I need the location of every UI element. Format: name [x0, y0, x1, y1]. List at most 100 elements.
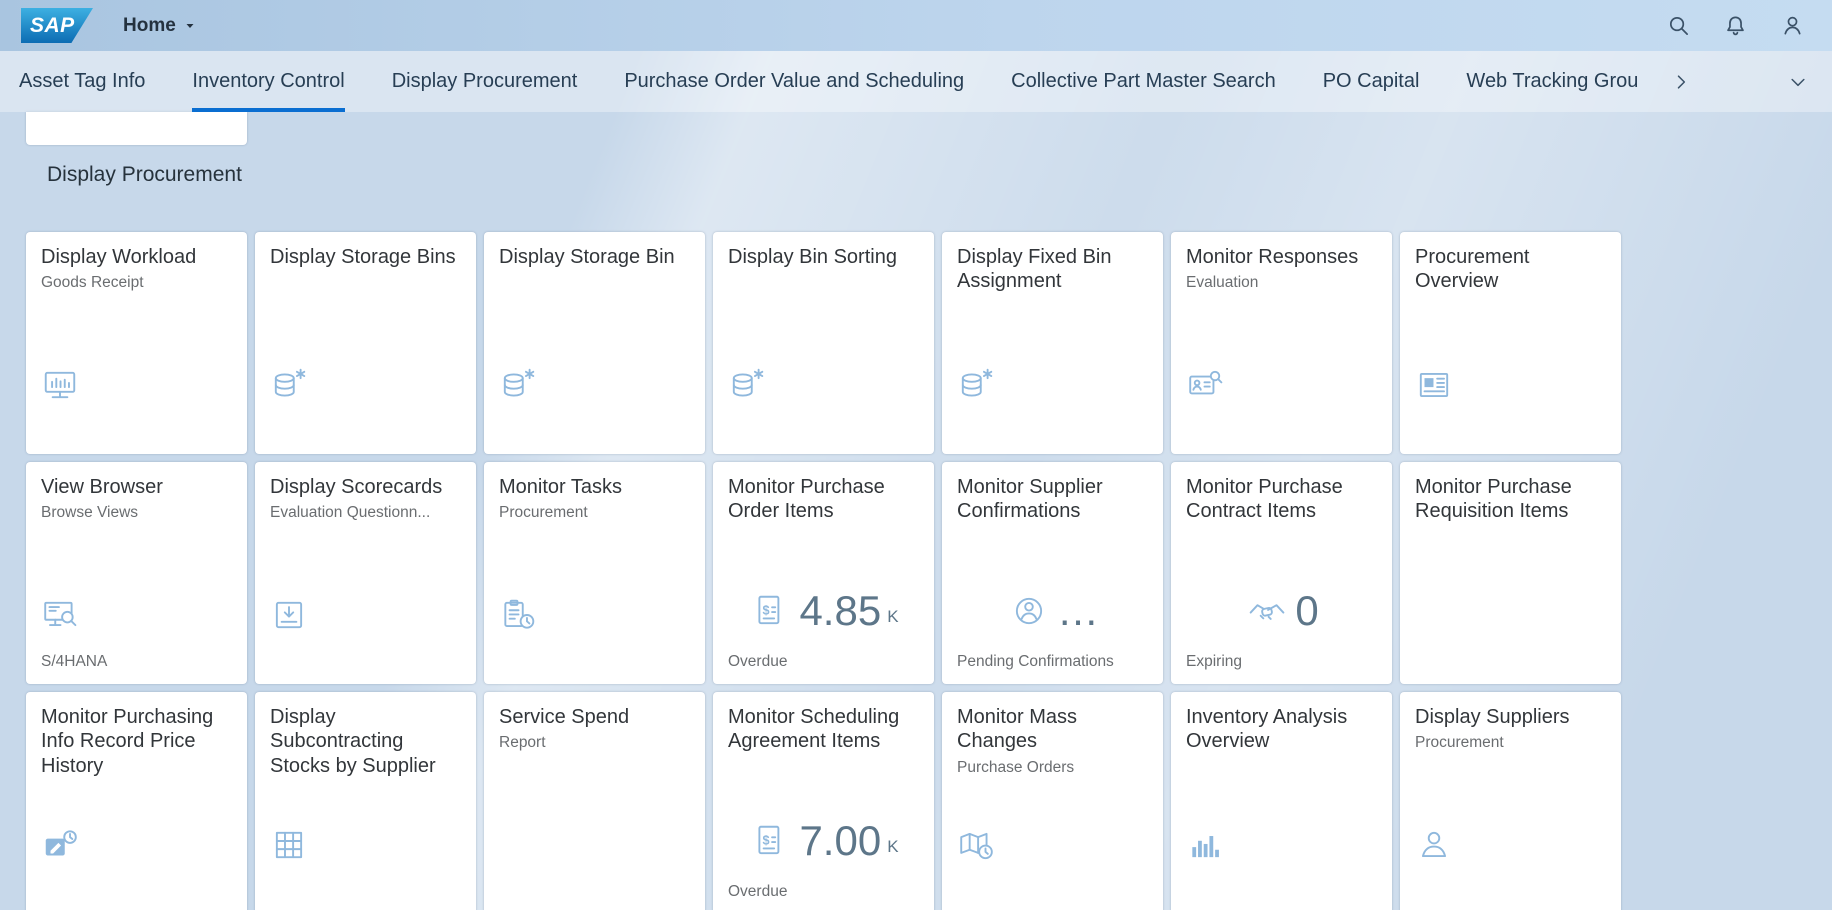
tab-inventory-control[interactable]: Inventory Control — [192, 51, 344, 112]
tile-kpi: $ 7.00 K — [725, 820, 926, 862]
tile[interactable]: Monitor Purchase Requisition Items — [1400, 462, 1621, 684]
kpi-unit: K — [887, 607, 898, 627]
tile-title: Monitor Tasks — [499, 475, 690, 499]
tile-title: Monitor Purchase Contract Items — [1186, 475, 1377, 524]
tile[interactable]: Monitor Mass Changes Purchase Orders — [942, 692, 1163, 910]
tile-footer: S/4HANA — [41, 653, 239, 671]
tile-title: Monitor Scheduling Agreement Items — [728, 705, 919, 754]
chevron-right-icon — [1671, 72, 1691, 92]
tab-strip: Asset Tag Info Inventory Control Display P… — [19, 51, 1685, 112]
expand-header-button[interactable] — [1788, 72, 1808, 92]
tile-title: Display Storage Bin — [499, 245, 690, 269]
tile-subtitle: Goods Receipt — [41, 274, 232, 292]
tile-footer: Overdue — [728, 653, 926, 671]
handshake-icon — [1248, 592, 1286, 630]
newspaper-icon — [1415, 366, 1453, 404]
tile[interactable]: Display Suppliers Procurement — [1400, 692, 1621, 910]
tile[interactable]: Monitor Purchasing Info Record Price His… — [26, 692, 247, 910]
tile-subtitle: Evaluation — [1186, 274, 1377, 292]
tile[interactable]: Display Workload Goods Receipt — [26, 232, 247, 454]
notifications-button[interactable] — [1724, 14, 1747, 37]
person-icon — [1781, 14, 1804, 37]
tab-label: Purchase Order Value and Scheduling — [624, 70, 964, 93]
archive-arrow-icon — [270, 596, 308, 634]
shell-header: SAP Home — [0, 0, 1832, 51]
tile[interactable]: Monitor Supplier Confirmations … Pending… — [942, 462, 1163, 684]
tile-title: Monitor Supplier Confirmations — [957, 475, 1148, 524]
tile-subtitle: Report — [499, 734, 690, 752]
screen-search-icon — [41, 596, 79, 634]
tile[interactable]: Inventory Analysis Overview — [1171, 692, 1392, 910]
person-circle-icon — [1010, 592, 1048, 630]
anchor-navigation: Asset Tag Info Inventory Control Display P… — [0, 51, 1832, 112]
svg-text:$: $ — [763, 834, 770, 848]
tile-title: Display Bin Sorting — [728, 245, 919, 269]
tile[interactable]: Display Storage Bin — [484, 232, 705, 454]
tile[interactable]: Monitor Responses Evaluation — [1171, 232, 1392, 454]
tile-subtitle: Purchase Orders — [957, 759, 1148, 777]
grid-icon — [270, 826, 308, 864]
tile[interactable]: Procurement Overview — [1400, 232, 1621, 454]
sap-logo[interactable]: SAP — [21, 8, 93, 43]
tile-title: Monitor Mass Changes — [957, 705, 1148, 754]
kpi-value: 4.85 — [799, 590, 881, 632]
storage-bin-icon — [270, 366, 308, 404]
tile[interactable]: Display Subcontracting Stocks by Supplie… — [255, 692, 476, 910]
monitor-chart-icon — [41, 366, 79, 404]
card-search-icon — [1186, 366, 1224, 404]
storage-bin-icon — [957, 366, 995, 404]
tile[interactable]: View Browser Browse Views S/4HANA — [26, 462, 247, 684]
kpi-value: 0 — [1295, 590, 1318, 632]
partial-tile[interactable] — [26, 112, 247, 145]
tile-subtitle: Procurement — [1415, 734, 1606, 752]
storage-bin-icon — [499, 366, 537, 404]
tile-footer: Pending Confirmations — [957, 653, 1155, 671]
home-menu[interactable]: Home — [123, 15, 196, 37]
tile[interactable]: Display Fixed Bin Assignment — [942, 232, 1163, 454]
tab-label: Web Tracking Grou — [1466, 70, 1638, 93]
bell-icon — [1724, 14, 1747, 37]
tab-po-capital[interactable]: PO Capital — [1323, 51, 1420, 112]
tile-grid: Display Workload Goods Receipt Display S… — [26, 232, 1621, 910]
kpi-unit: K — [887, 837, 898, 857]
tile[interactable]: Monitor Purchase Contract Items 0 Expiri… — [1171, 462, 1392, 684]
tile-title: Service Spend — [499, 705, 690, 729]
tile[interactable]: Display Storage Bins — [255, 232, 476, 454]
clipboard-clock-icon — [499, 596, 537, 634]
page-title: Home — [123, 15, 176, 37]
kpi-value: … — [1057, 590, 1099, 632]
tab-collective-part-master-search[interactable]: Collective Part Master Search — [1011, 51, 1276, 112]
tile[interactable]: Display Bin Sorting — [713, 232, 934, 454]
tile[interactable]: Monitor Scheduling Agreement Items $ 7.0… — [713, 692, 934, 910]
tab-display-procurement[interactable]: Display Procurement — [392, 51, 578, 112]
tab-purchase-order-value-and-scheduling[interactable]: Purchase Order Value and Scheduling — [624, 51, 964, 112]
map-clock-icon — [957, 826, 995, 864]
tile[interactable]: Monitor Purchase Order Items $ 4.85 K Ov… — [713, 462, 934, 684]
document-dollar-icon: $ — [752, 592, 790, 630]
kpi-value: 7.00 — [799, 820, 881, 862]
profile-button[interactable] — [1781, 14, 1804, 37]
tile-title: Display Suppliers — [1415, 705, 1606, 729]
tab-overflow-button[interactable] — [1671, 72, 1691, 92]
tile-footer: Expiring — [1186, 653, 1384, 671]
tile-kpi: 0 — [1183, 590, 1384, 632]
tile-title: Inventory Analysis Overview — [1186, 705, 1377, 754]
edit-clock-icon — [41, 826, 79, 864]
tile[interactable]: Service Spend Report — [484, 692, 705, 910]
tile-footer: Overdue — [728, 883, 926, 901]
tile[interactable]: Display Scorecards Evaluation Questionn.… — [255, 462, 476, 684]
tile-subtitle: Procurement — [499, 504, 690, 522]
tile-title: Display Subcontracting Stocks by Supplie… — [270, 705, 461, 778]
tile-title: Monitor Purchase Order Items — [728, 475, 919, 524]
tile-title: View Browser — [41, 475, 232, 499]
search-button[interactable] — [1667, 14, 1690, 37]
tab-label: Inventory Control — [192, 70, 344, 93]
tile-title: Procurement Overview — [1415, 245, 1606, 294]
tile[interactable]: Monitor Tasks Procurement — [484, 462, 705, 684]
tile-title: Display Workload — [41, 245, 232, 269]
tile-kpi: … — [954, 590, 1155, 632]
tab-web-tracking-grou[interactable]: Web Tracking Grou — [1466, 51, 1638, 112]
tab-asset-tag-info[interactable]: Asset Tag Info — [19, 51, 145, 112]
section-title: Display Procurement — [47, 163, 242, 187]
chevron-down-icon — [1788, 72, 1808, 92]
